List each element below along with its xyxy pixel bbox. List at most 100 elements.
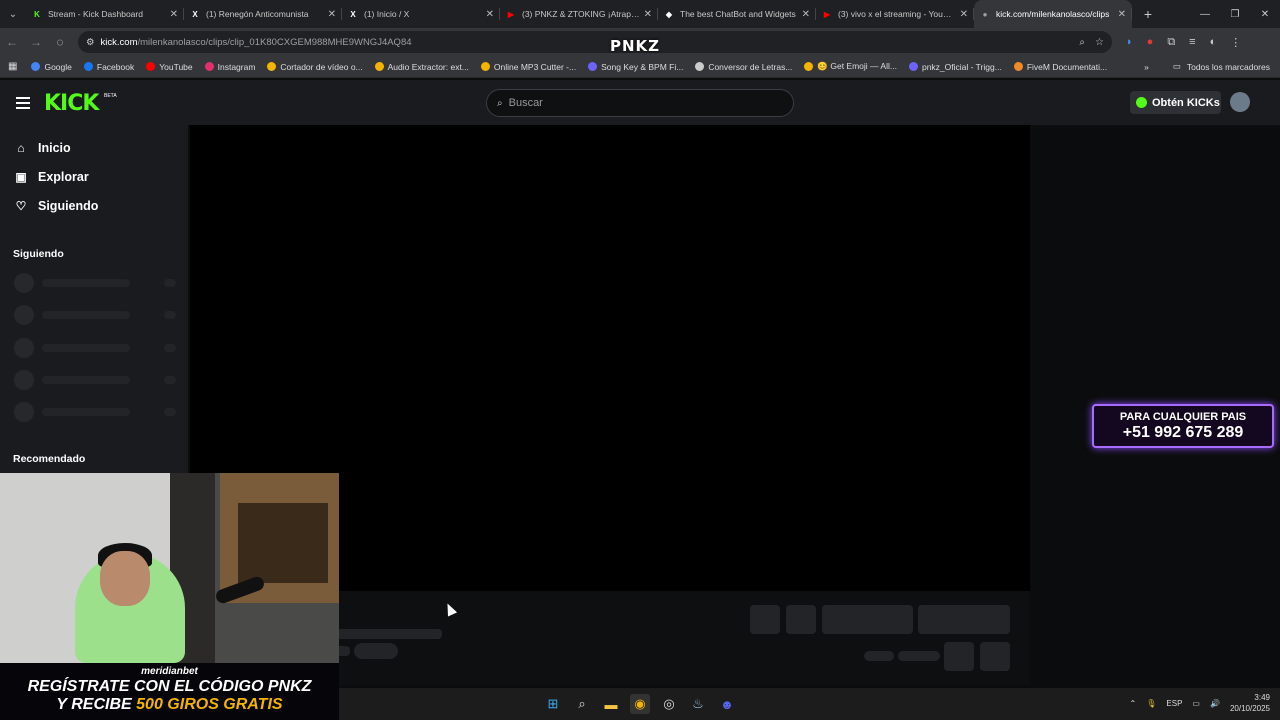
url-path: /milenkanolasco/clips/clip_01K80CXGEM988…: [137, 36, 412, 48]
sidebar-item-siguiendo[interactable]: ♡ Siguiendo: [14, 199, 99, 213]
menu-kebab-icon[interactable]: ⋮: [1230, 36, 1241, 49]
bookmark-favicon-icon: [1013, 62, 1023, 71]
network-icon[interactable]: ▭: [1192, 699, 1200, 708]
steam-icon[interactable]: ♨: [688, 694, 708, 714]
bookmark-label: pnkz_Oficial - Trigg...: [921, 61, 1002, 72]
bookmark-favicon-icon: [83, 62, 93, 71]
get-kicks-button[interactable]: Obtén KICKs: [1130, 91, 1221, 114]
tab-close-icon[interactable]: ✕: [802, 9, 810, 20]
restore-button[interactable]: ❐: [1220, 9, 1250, 20]
bookmark-label: Google: [44, 61, 72, 72]
hamburger-menu-icon[interactable]: [16, 97, 30, 112]
banner-line-2: Y RECIBE 500 GIROS GRATIS: [0, 696, 339, 714]
tab-title: The best ChatBot and Widgets: [680, 9, 796, 19]
bookmark-item[interactable]: FiveM Documentati...: [1013, 61, 1107, 72]
back-button[interactable]: ←: [0, 35, 24, 49]
tab-close-icon[interactable]: ✕: [170, 9, 178, 20]
stop-loading-button[interactable]: ◌: [48, 35, 72, 49]
tab-search-button[interactable]: ⌄: [0, 0, 26, 28]
tab-title: Stream - Kick Dashboard: [48, 9, 143, 19]
browser-tab[interactable]: ◆ The best ChatBot and Widgets ✕: [658, 0, 816, 28]
tab-close-icon[interactable]: ✕: [960, 9, 968, 20]
home-icon: ⌂: [17, 141, 25, 155]
close-window-button[interactable]: ✕: [1250, 9, 1280, 20]
profile-icon[interactable]: ◐: [1210, 36, 1217, 49]
language-indicator[interactable]: ESP: [1166, 699, 1182, 708]
windows-start-icon[interactable]: ⊞: [543, 694, 563, 714]
tab-title: (1) Renegón Anticomunista: [206, 9, 309, 19]
skeleton-button: [750, 605, 780, 634]
media-controls-icon[interactable]: ≡: [1189, 36, 1195, 49]
browser-tab[interactable]: ▶ (3) vivo x el streaming - YouTub ✕: [816, 0, 974, 28]
tab-close-icon[interactable]: ✕: [644, 9, 652, 20]
sidebar-item-inicio[interactable]: ⌂ Inicio: [14, 141, 70, 155]
chrome-icon[interactable]: ◉: [630, 694, 650, 714]
puzzle-icon[interactable]: ⧉: [1167, 36, 1175, 49]
zoom-icon[interactable]: ⌕: [1079, 37, 1085, 48]
tab-favicon-icon: K: [34, 9, 40, 19]
browser-tab[interactable]: X (1) Renegón Anticomunista ✕: [184, 0, 342, 28]
bookmark-item[interactable]: Google: [31, 61, 72, 72]
skeleton-button: [786, 605, 816, 634]
obs-icon[interactable]: ◎: [659, 694, 679, 714]
bookmark-label: Instagram: [217, 61, 256, 72]
forward-button[interactable]: →: [24, 35, 48, 49]
tab-title: (3) PNKZ & ZTOKING ¡Atrapad: [522, 9, 640, 19]
bookmark-item[interactable]: 😊 Get Emoji — All...: [804, 61, 897, 72]
list-item: [14, 370, 176, 390]
address-bar[interactable]: ⚙ kick.com/milenkanolasco/clips/clip_01K…: [78, 31, 1112, 53]
skeleton-meta: [864, 651, 894, 661]
discord-icon[interactable]: ☻: [717, 694, 737, 714]
search-icon[interactable]: ⌕: [572, 694, 592, 714]
chevron-up-icon[interactable]: ⌃: [1130, 699, 1137, 708]
bookmark-item[interactable]: Online MP3 Cutter -...: [480, 61, 576, 72]
promo-phone: +51 992 675 289: [1122, 424, 1244, 441]
all-bookmarks-link[interactable]: Todos los marcadores: [1187, 62, 1270, 72]
site-info-icon[interactable]: ⚙: [86, 37, 95, 48]
bookmark-item[interactable]: Audio Extractor: ext...: [374, 61, 469, 72]
sidebar-item-explorar[interactable]: ▣ Explorar: [14, 170, 88, 184]
extension-icon[interactable]: ◗: [1126, 36, 1133, 49]
following-heading: Siguiendo: [13, 248, 64, 260]
volume-icon[interactable]: 🔊: [1210, 699, 1220, 708]
kick-logo[interactable]: KICK: [44, 91, 99, 116]
avatar[interactable]: [1230, 92, 1250, 112]
window-controls: — ❐ ✕: [1190, 9, 1280, 20]
bookmark-item[interactable]: Facebook: [83, 61, 134, 72]
file-explorer-icon[interactable]: ▬: [601, 694, 621, 714]
browser-tab[interactable]: X (1) Inicio / X ✕: [342, 0, 500, 28]
url-domain: kick.com: [100, 36, 138, 48]
more-bookmarks-icon[interactable]: »: [1144, 62, 1149, 72]
bookmark-list: Google Facebook YouTube Instagram Cortador d…: [31, 61, 1119, 72]
minimize-button[interactable]: —: [1190, 9, 1220, 20]
list-item: [14, 338, 176, 358]
browser-tab-strip: ⌄ K Stream - Kick Dashboard ✕ X (1) Renegón …: [0, 0, 1280, 28]
tab-favicon-icon: ▶: [507, 9, 515, 19]
bookmark-item[interactable]: Song Key & BPM Fi...: [588, 61, 683, 72]
tab-close-icon[interactable]: ✕: [1118, 9, 1126, 20]
apps-icon[interactable]: ▦: [8, 61, 17, 72]
pnkz-overlay-logo: PNKZ: [610, 37, 661, 55]
tab-close-icon[interactable]: ✕: [328, 9, 336, 20]
bookmark-item[interactable]: Cortador de vídeo o...: [267, 61, 363, 72]
bookmark-item[interactable]: YouTube: [146, 61, 193, 72]
folder-icon: ▭: [1172, 61, 1181, 71]
new-tab-button[interactable]: +: [1136, 6, 1160, 22]
extension-icon[interactable]: ●: [1147, 36, 1154, 49]
browser-tab[interactable]: K Stream - Kick Dashboard ✕: [26, 0, 184, 28]
browser-tab[interactable]: ● kick.com/milenkanolasco/clips ✕: [974, 0, 1132, 28]
bookmark-item[interactable]: Conversor de Letras...: [695, 61, 792, 72]
bookmark-item[interactable]: pnkz_Oficial - Trigg...: [908, 61, 1002, 72]
bookmark-item[interactable]: Instagram: [204, 61, 256, 72]
tab-close-icon[interactable]: ✕: [486, 9, 494, 20]
list-item: [14, 402, 176, 422]
banner-line-2-highlight: 500 GIROS GRATIS: [136, 696, 283, 713]
search-icon: ⌕: [497, 97, 503, 109]
kick-coin-icon: [1136, 97, 1147, 108]
browser-tab[interactable]: ▶ (3) PNKZ & ZTOKING ¡Atrapad ✕: [500, 0, 658, 28]
microphone-icon[interactable]: 🎙: [1146, 699, 1156, 708]
bookmark-star-icon[interactable]: ☆: [1095, 37, 1104, 48]
clock[interactable]: 3:49 20/10/2025: [1230, 692, 1270, 714]
tab-favicon-icon: X: [192, 9, 198, 19]
search-input[interactable]: ⌕ Buscar: [486, 89, 794, 117]
